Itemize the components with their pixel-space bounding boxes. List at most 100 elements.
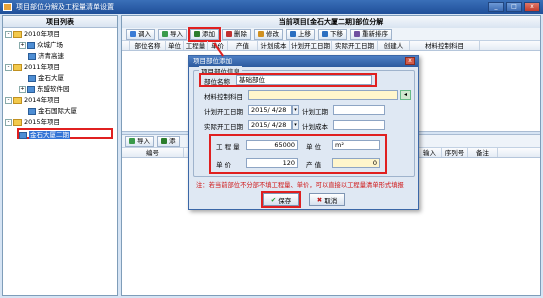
toolbar-import-button[interactable]: 调入: [126, 28, 155, 40]
column-header[interactable]: 部位名称: [130, 41, 166, 50]
project-list-title: 项目列表: [3, 16, 117, 28]
material-lookup-icon[interactable]: ◂: [400, 90, 411, 100]
tree-folder-item[interactable]: - 2010年项目: [3, 29, 117, 40]
project-icon: [19, 131, 27, 139]
quantity-label: 工 程 量: [216, 143, 240, 151]
toolbar-button-label: 删除: [234, 29, 247, 38]
tree-item-label: 2010年项目: [24, 30, 61, 38]
project-icon: [28, 107, 36, 115]
toolbar-sort-button[interactable]: 重新排序: [350, 28, 392, 40]
tree-project-item[interactable]: 金石大厦: [3, 73, 117, 84]
tree-folder-item[interactable]: - 2015年项目: [3, 117, 117, 128]
toolbar-load-button[interactable]: 导入: [158, 28, 187, 40]
cancel-button[interactable]: ✖ 取消: [309, 193, 345, 206]
column-header[interactable]: 产值: [228, 41, 258, 50]
toolbar-up-button[interactable]: 上移: [286, 28, 315, 40]
edit-icon: [258, 31, 264, 37]
tree-item-label: 金石国际大厦: [38, 107, 77, 115]
tree-folder-item[interactable]: - 2011年项目: [3, 62, 117, 73]
save-label: 保存: [278, 196, 292, 205]
tree-item-label: 金石大厦: [38, 74, 64, 82]
plan-duration-input[interactable]: [333, 105, 385, 115]
up-icon: [290, 31, 296, 37]
add-icon: [161, 138, 167, 144]
close-button[interactable]: x: [524, 2, 540, 12]
toolbar-edit-button[interactable]: 修改: [254, 28, 283, 40]
project-icon: [28, 74, 36, 82]
plan-cost-input[interactable]: [333, 120, 385, 130]
collapse-icon[interactable]: -: [5, 30, 12, 38]
plan-start-dropdown-icon[interactable]: ▾: [292, 105, 299, 115]
column-header[interactable]: 计划开工日期: [290, 41, 332, 50]
folder-icon: [13, 118, 22, 126]
toolbar-button-label: 调入: [138, 29, 151, 38]
toolbar-delete-button[interactable]: 删除: [222, 28, 251, 40]
tree-project-item[interactable]: 济青高速: [3, 51, 117, 62]
column-header[interactable]: 编号: [122, 148, 184, 157]
plan-start-input[interactable]: 2015/ 4/28: [248, 105, 292, 115]
toolbar-button-label: 导入: [170, 29, 183, 38]
toolbar-button-label: 重新排序: [362, 29, 388, 38]
tree-item-label: 众城广场: [37, 41, 63, 49]
price-input[interactable]: 120: [246, 158, 298, 168]
expand-icon[interactable]: +: [19, 41, 26, 49]
toolbar-button-label: 添: [169, 136, 176, 145]
quantity-input[interactable]: 65000: [246, 140, 298, 150]
actual-start-input[interactable]: 2015/ 4/28: [248, 120, 292, 130]
column-header[interactable]: 单位: [166, 41, 184, 50]
toolbar-button-label: 导入: [137, 136, 150, 145]
toolbar-button-label: 添加: [202, 29, 215, 38]
expand-icon[interactable]: +: [19, 85, 26, 93]
column-header[interactable]: 实际开工日期: [332, 41, 378, 50]
part-toolbar: 调入 导入 添加 删除 修改 上移 下移 重新排序: [122, 26, 540, 42]
column-header[interactable]: 创建人: [378, 41, 410, 50]
grid-corner: [122, 41, 130, 50]
collapse-icon[interactable]: -: [5, 96, 12, 104]
save-button[interactable]: ✔ 保存: [261, 191, 301, 208]
column-header[interactable]: 输入: [418, 148, 442, 157]
material-subject-input[interactable]: [248, 90, 398, 100]
folder-icon: [13, 30, 22, 38]
toolbar-button-label: 下移: [330, 29, 343, 38]
part-name-input[interactable]: 基础部位: [236, 75, 372, 85]
tree-item-label: 济青高速: [38, 52, 64, 60]
minimize-button[interactable]: _: [488, 2, 504, 12]
app-icon: [3, 3, 12, 11]
price-label: 单 价: [216, 161, 232, 169]
import-icon: [130, 31, 136, 37]
column-header[interactable]: 工程量: [184, 41, 208, 50]
dialog-close-button[interactable]: x: [405, 57, 415, 65]
toolbar-add-button[interactable]: 添加: [188, 26, 221, 42]
project-icon: [28, 52, 36, 60]
folder-icon: [13, 63, 22, 71]
tree-folder-item[interactable]: - 2014年项目: [3, 95, 117, 106]
delete-icon: [226, 31, 232, 37]
column-header[interactable]: 材料控制科目: [410, 41, 480, 50]
plan-cost-label: 计划成本: [302, 123, 328, 131]
project-icon: [27, 41, 35, 49]
actual-start-dropdown-icon[interactable]: ▾: [292, 120, 299, 130]
column-header[interactable]: 计划成本: [258, 41, 290, 50]
toolbar-add-button[interactable]: 添: [157, 135, 180, 147]
tree-project-item[interactable]: 金石大厦二期: [17, 128, 113, 139]
part-grid-header: 部位名称单位工程量单价产值计划成本计划开工日期实际开工日期创建人材料控制科目: [122, 41, 540, 51]
tree-project-item[interactable]: + 东盟软件园: [3, 84, 117, 95]
cancel-label: 取消: [324, 196, 338, 205]
checkmark-icon: ✔: [270, 195, 277, 204]
maximize-button[interactable]: □: [506, 2, 522, 12]
column-header[interactable]: 序列号: [442, 148, 468, 157]
tree-project-item[interactable]: + 众城广场: [3, 40, 117, 51]
toolbar-button-label: 修改: [266, 29, 279, 38]
cancel-x-icon: ✖: [316, 195, 323, 204]
collapse-icon[interactable]: -: [5, 118, 12, 126]
collapse-icon[interactable]: -: [5, 63, 12, 71]
material-subject-label: 材料控制科目: [204, 93, 243, 101]
load-icon: [129, 138, 135, 144]
toolbar-down-button[interactable]: 下移: [318, 28, 347, 40]
toolbar-button-label: 上移: [298, 29, 311, 38]
toolbar-load-button[interactable]: 导入: [125, 135, 154, 147]
column-header[interactable]: 备注: [468, 148, 498, 157]
down-icon: [322, 31, 328, 37]
unit-select[interactable]: m²: [332, 140, 380, 150]
tree-project-item[interactable]: 金石国际大厦: [3, 106, 117, 117]
